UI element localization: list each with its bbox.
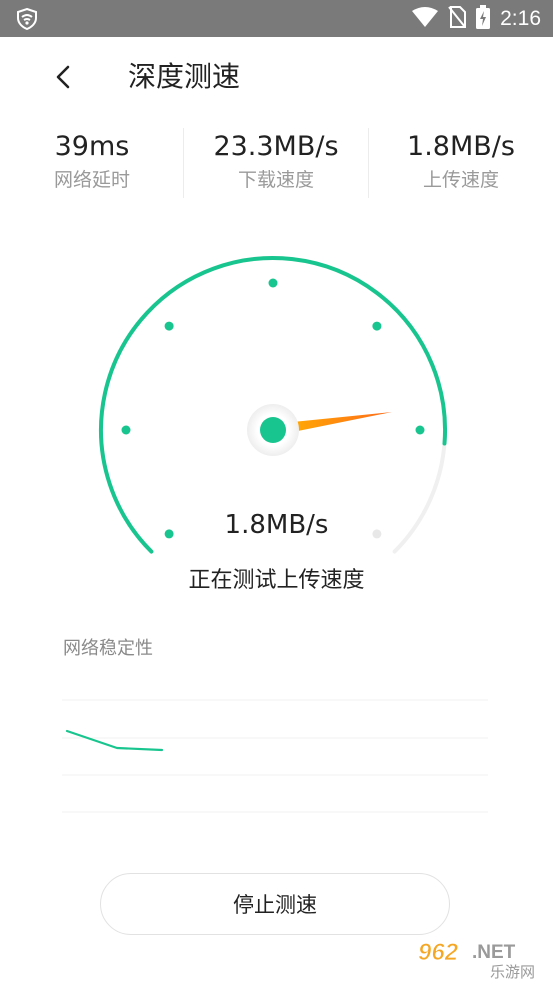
test-status: 正在测试上传速度 <box>188 568 365 593</box>
wifi-icon <box>412 6 439 31</box>
svg-text:962: 962 <box>418 939 459 966</box>
stability-line <box>65 729 164 752</box>
current-speed: 1.8MB/s <box>224 510 329 540</box>
stat-label: 上传速度 <box>422 169 499 191</box>
gauge-hub-dot <box>260 417 286 443</box>
chevron-left-icon <box>56 65 70 89</box>
stats-row: 39ms 网络延时 23.3MB/s 下载速度 1.8MB/s 上传速度 <box>0 128 553 200</box>
stat-label: 下载速度 <box>237 169 314 191</box>
gauge-tick <box>164 321 174 331</box>
svg-text:.NET: .NET <box>472 942 516 963</box>
site-watermark-logo: 962 .NET 乐游网 <box>418 939 535 980</box>
stop-test-button[interactable]: 停止测速 <box>100 873 450 935</box>
stat-value: 23.3MB/s <box>213 131 339 162</box>
stat-value: 39ms <box>54 131 130 162</box>
stat-latency: 39ms 网络延时 <box>0 128 184 194</box>
gauge-tick <box>268 278 278 288</box>
back-button[interactable] <box>50 59 80 95</box>
header: 深度测速 <box>0 37 553 117</box>
no-sim-icon <box>448 5 467 32</box>
stat-upload: 1.8MB/s 上传速度 <box>369 128 553 194</box>
battery-charging-icon <box>476 4 491 33</box>
stability-chart <box>62 699 488 813</box>
status-bar: 2:16 <box>0 0 553 37</box>
gauge-tick <box>121 425 131 435</box>
shield-app-icon <box>16 7 38 34</box>
stat-value: 1.8MB/s <box>407 131 515 162</box>
status-time: 2:16 <box>500 6 541 30</box>
stat-label: 网络延时 <box>53 169 130 191</box>
stability-title: 网络稳定性 <box>63 638 153 659</box>
page-title: 深度测速 <box>128 60 241 93</box>
gauge-tick <box>415 425 425 435</box>
stat-download: 23.3MB/s 下载速度 <box>184 128 368 194</box>
svg-text:乐游网: 乐游网 <box>490 963 535 980</box>
gauge-tick <box>372 321 382 331</box>
